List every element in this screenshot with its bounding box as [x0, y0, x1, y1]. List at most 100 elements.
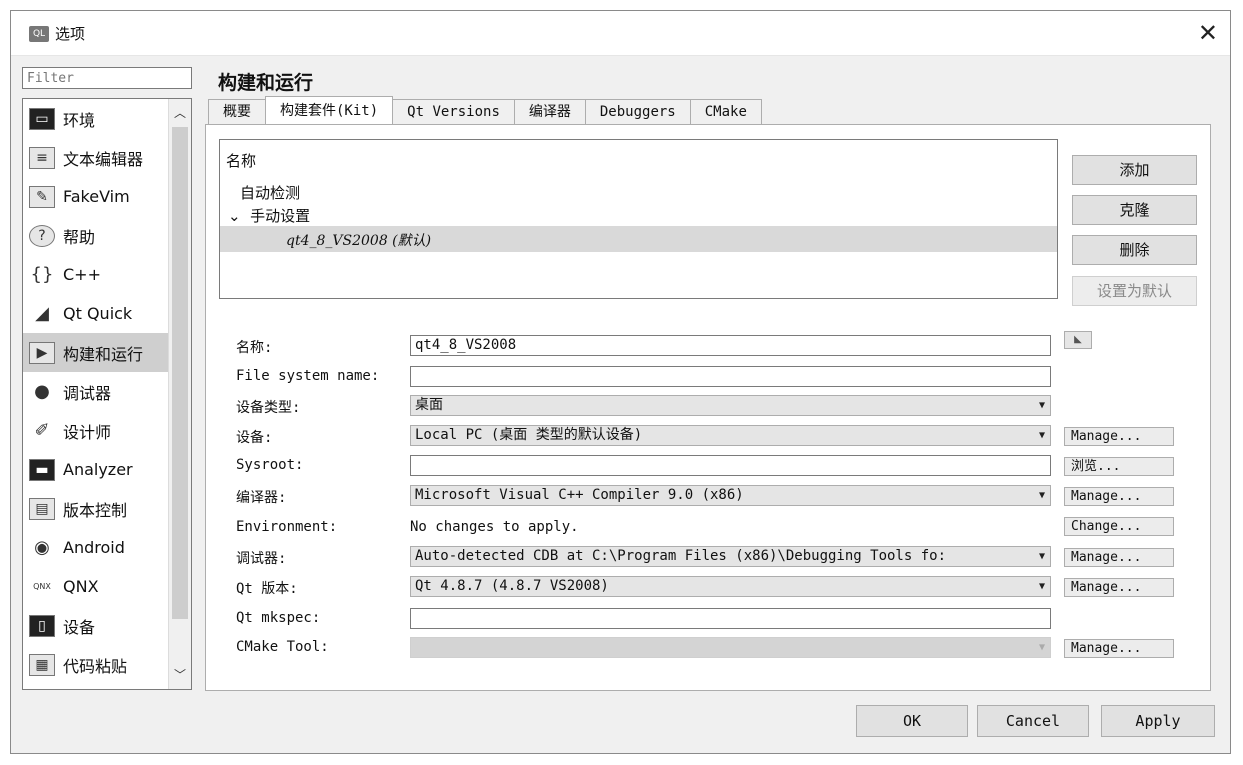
nav-item-label: 设计师	[63, 422, 112, 442]
filter-input[interactable]	[22, 67, 192, 89]
dropdown-arrow-icon: ▼	[1038, 581, 1045, 592]
title-bar: QL 选项 ✕	[11, 11, 1230, 56]
braces-icon: {}	[30, 264, 54, 285]
designer-icon: ✐	[34, 420, 50, 441]
kit-group-auto[interactable]: 自动检测	[240, 182, 300, 203]
device-select[interactable]: Local PC (桌面 类型的默认设备) ▼	[410, 425, 1051, 446]
nav-item-android[interactable]: ◉ Android	[23, 528, 191, 567]
kits-panel: 名称 自动检测 ⌄ 手动设置 qt4_8_VS2008 (默认) 添加 克隆 删…	[205, 124, 1211, 691]
text-editor-icon: ≡	[29, 146, 55, 169]
apply-button[interactable]: Apply	[1101, 705, 1215, 737]
kit-tree[interactable]: 名称 自动检测 ⌄ 手动设置 qt4_8_VS2008 (默认)	[219, 139, 1058, 299]
mkspec-field[interactable]	[410, 608, 1051, 629]
device-label: 设备:	[236, 430, 273, 446]
monitor-icon: ▭	[29, 107, 55, 130]
nav-item-analyzer[interactable]: ▬ Analyzer	[23, 450, 191, 489]
nav-item-build-run[interactable]: ▶ 构建和运行	[23, 333, 191, 372]
environment-change-button[interactable]: Change...	[1064, 517, 1174, 536]
dropdown-arrow-icon: ▼	[1038, 551, 1045, 562]
clone-kit-button[interactable]: 克隆	[1072, 195, 1197, 225]
compiler-select[interactable]: Microsoft Visual C++ Compiler 9.0 (x86) ▼	[410, 485, 1051, 506]
tab-bar: 概要 构建套件(Kit) Qt Versions 编译器 Debuggers C…	[208, 96, 762, 125]
nav-item-fakevim[interactable]: ✎ FakeVim	[23, 177, 191, 216]
cmake-manage-button[interactable]: Manage...	[1064, 639, 1174, 658]
debugger-icon: ●	[34, 381, 50, 402]
scroll-thumb[interactable]	[172, 127, 188, 619]
version-control-icon: ▤	[29, 497, 55, 520]
dropdown-arrow-icon: ▼	[1038, 430, 1045, 441]
cmake-tool-select[interactable]: ▼	[410, 637, 1051, 658]
name-field[interactable]: qt4_8_VS2008	[410, 335, 1051, 356]
tab-overview[interactable]: 概要	[208, 99, 266, 124]
options-category-list: ▭ 环境 ≡ 文本编辑器 ✎ FakeVim ? 帮助 {} C++ ◢ Qt …	[22, 98, 192, 690]
make-default-button[interactable]: 设置为默认	[1072, 276, 1197, 306]
kit-icon-button[interactable]: ◣	[1064, 331, 1092, 349]
qt-version-manage-button[interactable]: Manage...	[1064, 578, 1174, 597]
nav-item-version-control[interactable]: ▤ 版本控制	[23, 489, 191, 528]
chevron-down-icon[interactable]: ⌄	[228, 207, 241, 225]
nav-item-debugger[interactable]: ● 调试器	[23, 372, 191, 411]
tab-qt-versions[interactable]: Qt Versions	[392, 99, 515, 124]
nav-scrollbar[interactable]: ︿ ﹀	[168, 99, 191, 689]
tab-cmake[interactable]: CMake	[689, 99, 762, 124]
nav-item-device[interactable]: ▯ 设备	[23, 606, 191, 645]
mkspec-label: Qt mkspec:	[236, 610, 321, 626]
debugger-label: 调试器:	[236, 551, 287, 567]
analyzer-icon: ▬	[29, 458, 55, 481]
window-title: 选项	[55, 25, 86, 43]
help-icon: ?	[29, 224, 55, 247]
device-manage-button[interactable]: Manage...	[1064, 427, 1174, 446]
environment-label: Environment:	[236, 519, 338, 535]
kit-row-selected[interactable]: qt4_8_VS2008 (默认)	[220, 226, 1057, 252]
fs-name-label: File system name:	[236, 368, 380, 384]
tab-compilers[interactable]: 编译器	[513, 99, 586, 124]
tab-debuggers[interactable]: Debuggers	[584, 99, 691, 124]
tab-kits[interactable]: 构建套件(Kit)	[265, 96, 394, 124]
sysroot-browse-button[interactable]: 浏览...	[1064, 457, 1174, 476]
sysroot-field[interactable]	[410, 455, 1051, 476]
sysroot-label: Sysroot:	[236, 457, 304, 473]
nav-item-label: 调试器	[63, 383, 112, 403]
compiler-manage-button[interactable]: Manage...	[1064, 487, 1174, 506]
device-type-select[interactable]: 桌面 ▼	[410, 395, 1051, 416]
add-kit-button[interactable]: 添加	[1072, 155, 1197, 185]
qt-version-select[interactable]: Qt 4.8.7 (4.8.7 VS2008) ▼	[410, 576, 1051, 597]
nav-item-environment[interactable]: ▭ 环境	[23, 99, 191, 138]
kit-group-manual[interactable]: ⌄ 手动设置	[228, 205, 310, 226]
nav-item-help[interactable]: ? 帮助	[23, 216, 191, 255]
kit-name: qt4_8_VS2008 (默认)	[286, 233, 432, 249]
qt-version-value: Qt 4.8.7 (4.8.7 VS2008)	[415, 578, 609, 594]
page-title: 构建和运行	[218, 72, 314, 94]
ok-button[interactable]: OK	[856, 705, 968, 737]
nav-item-label: Qt Quick	[63, 304, 133, 323]
android-icon: ◉	[34, 537, 50, 558]
code-paste-icon: ▦	[29, 653, 55, 676]
nav-item-label: 版本控制	[63, 500, 128, 520]
nav-item-label: 文本编辑器	[63, 149, 144, 169]
chevron-up-icon[interactable]: ︿	[169, 103, 191, 123]
nav-item-label: QNX	[63, 577, 99, 596]
qt-creator-logo-icon: QL	[29, 26, 49, 42]
debugger-select[interactable]: Auto-detected CDB at C:\Program Files (x…	[410, 546, 1051, 567]
nav-item-cpp[interactable]: {} C++	[23, 255, 191, 294]
device-icon: ▯	[29, 614, 55, 637]
compiler-value: Microsoft Visual C++ Compiler 9.0 (x86)	[415, 487, 744, 503]
nav-item-designer[interactable]: ✐ 设计师	[23, 411, 191, 450]
paper-plane-icon: ◢	[35, 303, 49, 324]
nav-item-label: 构建和运行	[63, 344, 144, 364]
close-icon[interactable]: ✕	[1198, 19, 1218, 47]
cancel-button[interactable]: Cancel	[977, 705, 1089, 737]
kit-group-label: 手动设置	[250, 207, 311, 225]
nav-item-qt-quick[interactable]: ◢ Qt Quick	[23, 294, 191, 333]
nav-item-qnx[interactable]: QNX QNX	[23, 567, 191, 606]
debugger-manage-button[interactable]: Manage...	[1064, 548, 1174, 567]
nav-item-label: 代码粘贴	[63, 656, 128, 676]
nav-item-label: FakeVim	[63, 187, 130, 206]
nav-item-text-editor[interactable]: ≡ 文本编辑器	[23, 138, 191, 177]
chevron-down-icon[interactable]: ﹀	[169, 665, 191, 685]
fs-name-field[interactable]	[410, 366, 1051, 387]
dropdown-arrow-icon: ▼	[1038, 400, 1045, 411]
nav-item-code-paste[interactable]: ▦ 代码粘贴	[23, 645, 191, 684]
remove-kit-button[interactable]: 删除	[1072, 235, 1197, 265]
cmake-tool-label: CMake Tool:	[236, 639, 329, 655]
